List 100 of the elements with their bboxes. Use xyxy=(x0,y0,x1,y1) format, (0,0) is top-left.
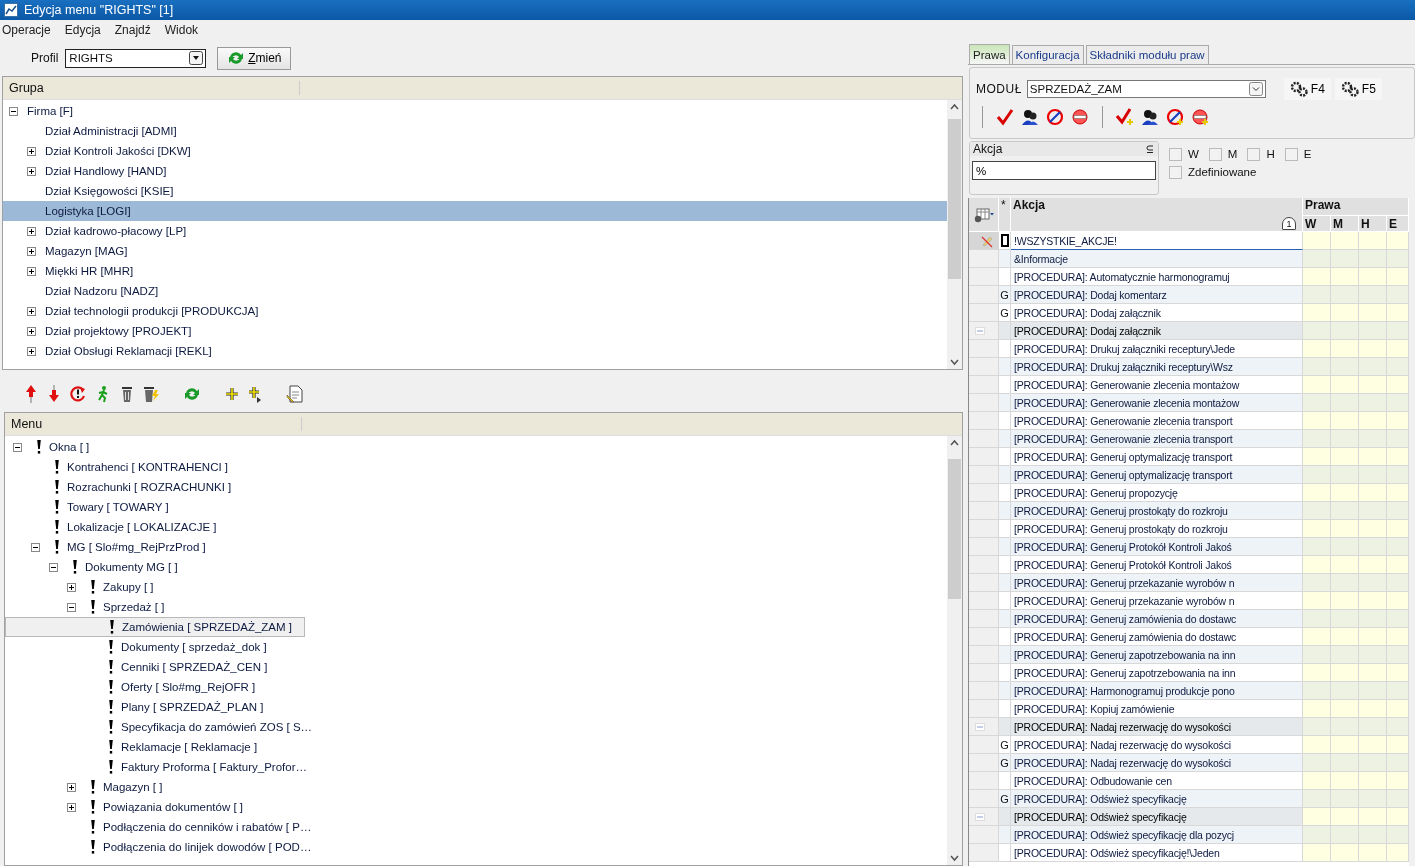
row-header[interactable] xyxy=(969,826,999,844)
move-up-icon[interactable] xyxy=(23,384,39,404)
rights-cell[interactable] xyxy=(1303,304,1331,322)
rights-cell[interactable] xyxy=(1303,754,1331,772)
tree-item[interactable]: Dział Księgowości [KSIE] xyxy=(3,181,947,201)
row-header[interactable] xyxy=(969,844,999,862)
rights-cell[interactable] xyxy=(1387,358,1409,376)
row-header[interactable] xyxy=(969,646,999,664)
rights-cell[interactable] xyxy=(1359,664,1387,682)
checkbox[interactable]: M xyxy=(1208,147,1238,161)
rights-cell[interactable] xyxy=(1359,754,1387,772)
rights-cell[interactable] xyxy=(1331,232,1359,250)
gears-button[interactable]: F5 xyxy=(1334,78,1382,100)
move-down-icon[interactable] xyxy=(46,384,62,404)
expander-icon[interactable] xyxy=(67,782,76,792)
row-header[interactable] xyxy=(969,808,999,826)
column-header[interactable]: Menu xyxy=(5,413,962,436)
tree-item[interactable]: Dział Handlowy [HAND] xyxy=(3,161,947,181)
tree-item[interactable]: Dokumenty [ sprzedaż_dok ] xyxy=(5,637,947,657)
rights-cell[interactable] xyxy=(1331,808,1359,826)
tab[interactable]: Konfiguracja xyxy=(1011,45,1084,64)
rights-cell[interactable] xyxy=(1331,304,1359,322)
row-header[interactable] xyxy=(969,682,999,700)
rights-cell[interactable] xyxy=(1303,556,1331,574)
document-edit-icon[interactable] xyxy=(286,385,304,403)
tree-item[interactable]: Firma [F] xyxy=(3,101,947,121)
rights-cell[interactable] xyxy=(1331,736,1359,754)
rights-cell[interactable] xyxy=(1359,430,1387,448)
expander-icon[interactable] xyxy=(27,246,36,256)
rights-cell[interactable] xyxy=(1387,826,1409,844)
action-filter-field[interactable]: % xyxy=(972,161,1156,180)
rights-cell[interactable] xyxy=(1303,808,1331,826)
tree-item[interactable]: Dział Obsługi Reklamacji [REKL] xyxy=(3,341,947,361)
rights-cell[interactable] xyxy=(1303,520,1331,538)
rights-cell[interactable] xyxy=(1387,844,1409,862)
row-header[interactable] xyxy=(969,790,999,808)
rights-cell[interactable] xyxy=(1331,790,1359,808)
rights-cell[interactable] xyxy=(1303,772,1331,790)
row-header[interactable] xyxy=(969,592,999,610)
rights-cell[interactable] xyxy=(1387,304,1409,322)
add-child-icon[interactable] xyxy=(247,385,263,403)
tree-item[interactable]: Specyfikacja do zamówień ZOS [ S… xyxy=(5,717,947,737)
rights-cell[interactable] xyxy=(1387,718,1409,736)
rights-cell[interactable] xyxy=(1331,754,1359,772)
rights-cell[interactable] xyxy=(1359,826,1387,844)
row-header[interactable] xyxy=(969,628,999,646)
tree-item[interactable]: Okna [ ] xyxy=(5,437,947,457)
rights-cell[interactable] xyxy=(1331,538,1359,556)
rights-cell[interactable] xyxy=(1331,520,1359,538)
tree-item[interactable]: Magazyn [ ] xyxy=(5,777,947,797)
circular-arrow-icon[interactable] xyxy=(69,385,87,403)
row-header[interactable] xyxy=(969,268,999,286)
rights-cell[interactable] xyxy=(1331,502,1359,520)
row-header[interactable] xyxy=(969,736,999,754)
rights-cell[interactable] xyxy=(1331,466,1359,484)
rights-cell[interactable] xyxy=(1387,286,1409,304)
rights-cell[interactable] xyxy=(1331,700,1359,718)
rights-cell[interactable] xyxy=(1359,304,1387,322)
rights-cell[interactable] xyxy=(1331,772,1359,790)
column-header[interactable]: M xyxy=(1331,216,1359,232)
rights-cell[interactable] xyxy=(1303,412,1331,430)
row-header[interactable] xyxy=(969,502,999,520)
rights-cell[interactable] xyxy=(1331,682,1359,700)
expander-icon[interactable] xyxy=(27,326,36,336)
tree-item[interactable]: Rozrachunki [ ROZRACHUNKI ] xyxy=(5,477,947,497)
tree-item[interactable]: Dział technologii produkcji [PRODUKCJA] xyxy=(3,301,947,321)
expander-icon[interactable] xyxy=(31,542,40,552)
rights-cell[interactable] xyxy=(1387,790,1409,808)
tree-item[interactable]: Cenniki [ SPRZEDAŻ_CEN ] xyxy=(5,657,947,677)
expander-icon[interactable] xyxy=(27,346,36,356)
rights-cell[interactable] xyxy=(1359,250,1387,268)
refresh-icon[interactable] xyxy=(183,386,201,402)
users-add-icon[interactable] xyxy=(1141,108,1159,126)
row-header[interactable] xyxy=(969,754,999,772)
rights-cell[interactable] xyxy=(1387,646,1409,664)
rights-cell[interactable] xyxy=(1359,394,1387,412)
rights-cell[interactable] xyxy=(1387,520,1409,538)
rights-cell[interactable] xyxy=(1303,466,1331,484)
rights-cell[interactable] xyxy=(1303,718,1331,736)
tree-item[interactable]: Dział projektowy [PROJEKT] xyxy=(3,321,947,341)
rights-cell[interactable] xyxy=(1359,268,1387,286)
add-icon[interactable] xyxy=(224,385,240,403)
rights-cell[interactable] xyxy=(1387,484,1409,502)
rights-cell[interactable] xyxy=(1387,448,1409,466)
rights-cell[interactable] xyxy=(1331,574,1359,592)
rights-cell[interactable] xyxy=(1387,754,1409,772)
rights-cell[interactable] xyxy=(1331,646,1359,664)
row-header[interactable] xyxy=(969,412,999,430)
checkbox[interactable]: W xyxy=(1169,147,1199,161)
rights-cell[interactable] xyxy=(1303,826,1331,844)
scrollbar[interactable] xyxy=(947,100,962,369)
rights-cell[interactable] xyxy=(1331,412,1359,430)
tree-item[interactable]: Faktury Proforma [ Faktury_Profor… xyxy=(5,757,947,777)
tree-item[interactable]: Dział kadrowo-płacowy [LP] xyxy=(3,221,947,241)
prohibited-add-icon[interactable] xyxy=(1166,108,1184,126)
rights-cell[interactable] xyxy=(1387,556,1409,574)
rights-cell[interactable] xyxy=(1387,250,1409,268)
rights-cell[interactable] xyxy=(1303,628,1331,646)
rights-cell[interactable] xyxy=(1303,502,1331,520)
tree-item[interactable]: Plany [ SPRZEDAŻ_PLAN ] xyxy=(5,697,947,717)
